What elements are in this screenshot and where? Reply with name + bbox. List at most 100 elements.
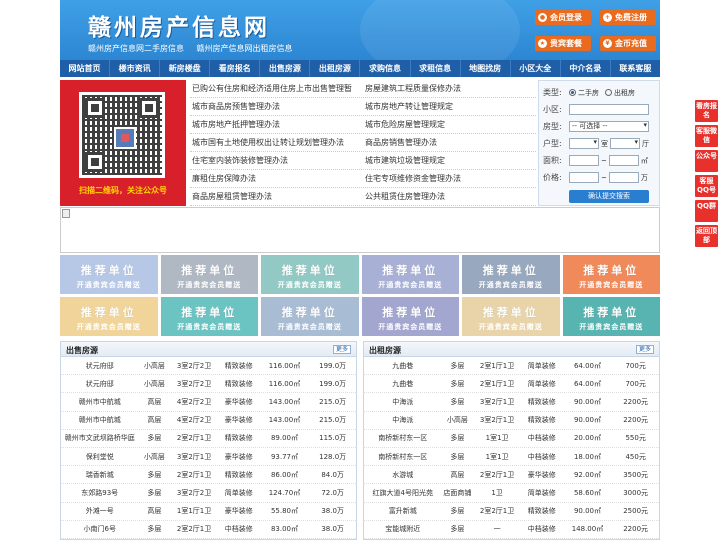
price-min-input[interactable] <box>569 172 599 183</box>
listing-row[interactable]: 中海派 小高层 3室2厅1卫 精致装修 90.00㎡ 2200元 <box>364 412 659 430</box>
livingroom-select[interactable] <box>610 138 640 149</box>
recommended-unit-slot[interactable]: 推荐单位 开通贵宾会员赠送 <box>60 297 158 336</box>
room-select[interactable]: -- 可选择 -- <box>569 121 649 132</box>
float-back-to-top-button[interactable]: 返回顶部 <box>695 225 718 247</box>
radio-rent[interactable] <box>605 89 612 96</box>
listing-row[interactable]: 外滩一号 高层 1室1厅1卫 豪华装修 55.80㎡ 38.0万 <box>61 503 356 521</box>
listing-row[interactable]: 宝能城附近 多层 一 中档装修 148.00㎡ 2200元 <box>364 521 659 539</box>
recommended-unit-slot[interactable]: 推荐单位 开通贵宾会员赠送 <box>261 255 359 294</box>
news-link[interactable]: 城市房地产转让管理规定 <box>363 98 536 115</box>
listing-row[interactable]: 赣州市中航城 高层 4室2厅2卫 豪华装修 143.00㎡ 215.0万 <box>61 412 356 430</box>
recommended-unit-slot[interactable]: 推荐单位 开通贵宾会员赠送 <box>160 297 258 336</box>
area-max-input[interactable] <box>608 155 639 166</box>
listing-row[interactable]: 保利堂悦 小高层 3室2厅1卫 豪华装修 93.77㎡ 128.0万 <box>61 448 356 467</box>
nav-map-search[interactable]: 地图找房 <box>461 60 511 77</box>
news-link[interactable]: 已购公有住房和经济适用住房上市出售管理暂 <box>190 80 363 97</box>
nav-wanted-rent[interactable]: 求租信息 <box>411 60 461 77</box>
listing-community[interactable]: 水游城 <box>364 470 441 480</box>
listing-community[interactable]: 南桥新村东一区 <box>364 433 441 443</box>
listing-row[interactable]: 红旗大道4号阳光苑 店面商铺 1卫 简单装修 58.60㎡ 3000元 <box>364 484 659 503</box>
listing-community[interactable]: 宝能城附近 <box>364 524 441 534</box>
listing-community[interactable]: 南桥新村东一区 <box>364 452 441 462</box>
listing-row[interactable]: 水游城 高层 2室2厅1卫 豪华装修 92.00㎡ 3500元 <box>364 466 659 485</box>
news-link[interactable]: 城市商品房预售管理办法 <box>190 98 363 115</box>
listing-community[interactable]: 红旗大道4号阳光苑 <box>364 488 441 498</box>
recommended-unit-slot[interactable]: 推荐单位 开通贵宾会员赠送 <box>562 255 660 294</box>
listing-community[interactable]: 赣州市中航城 <box>61 397 138 407</box>
listing-row[interactable]: 状元府邸 小高层 3室2厅2卫 精致装修 116.00㎡ 199.0万 <box>61 375 356 394</box>
bedroom-select[interactable] <box>569 138 599 149</box>
listing-community[interactable]: 状元府邸 <box>61 361 138 371</box>
news-link[interactable]: 城市危险房屋管理规定 <box>363 116 536 133</box>
news-link[interactable]: 商品房屋租赁管理办法 <box>190 188 363 205</box>
listing-community[interactable]: 状元府邸 <box>61 379 138 389</box>
listing-community[interactable]: 赣州市文武坝路桥华庭 <box>61 433 138 443</box>
header-link-rent[interactable]: 赣州房产信息网出租房信息 <box>197 44 293 53</box>
recommended-unit-slot[interactable]: 推荐单位 开通贵宾会员赠送 <box>462 297 560 336</box>
price-max-input[interactable] <box>608 172 639 183</box>
nav-contact[interactable]: 联系客服 <box>611 60 660 77</box>
news-link[interactable]: 住宅专项维修资金管理办法 <box>363 170 536 187</box>
listing-community[interactable]: 富升新城 <box>364 506 441 516</box>
radio-sale[interactable] <box>569 89 576 96</box>
news-link[interactable]: 城市房地产抵押管理办法 <box>190 116 363 133</box>
vip-package-button[interactable]: ★ 贵宾套餐 <box>535 36 591 51</box>
register-button[interactable]: + 免费注册 <box>600 10 656 25</box>
news-link[interactable]: 城市国有土地使用权出让转让规划管理办法 <box>190 134 363 151</box>
community-input[interactable] <box>569 104 649 115</box>
listing-row[interactable]: 九曲巷 多层 2室1厅1卫 简单装修 64.00㎡ 700元 <box>364 375 659 394</box>
float-official-account-button[interactable]: 公众号 <box>695 150 718 172</box>
search-submit-button[interactable]: 确认提交搜索 <box>569 190 649 203</box>
news-link[interactable]: 商品房销售管理办法 <box>363 134 536 151</box>
listing-community[interactable]: 东郊路93号 <box>61 488 138 498</box>
nav-communities[interactable]: 小区大全 <box>511 60 561 77</box>
news-link[interactable]: 城市建筑垃圾管理规定 <box>363 152 536 169</box>
listing-row[interactable]: 赣州市文武坝路桥华庭 多层 2室2厅1卫 精致装修 89.00㎡ 115.0万 <box>61 430 356 448</box>
listing-community[interactable]: 中海派 <box>364 415 441 425</box>
site-title[interactable]: 赣州房产信息网 <box>88 8 270 42</box>
listing-community[interactable]: 小南门6号 <box>61 524 138 534</box>
recommended-unit-slot[interactable]: 推荐单位 开通贵宾会员赠送 <box>562 297 660 336</box>
listing-community[interactable]: 保利堂悦 <box>61 452 138 462</box>
rent-more-button[interactable]: 更多 <box>635 345 654 354</box>
listing-row[interactable]: 南桥新村东一区 多层 1室1卫 中档装修 20.00㎡ 550元 <box>364 430 659 448</box>
sale-more-button[interactable]: 更多 <box>332 345 351 354</box>
listing-row[interactable]: 南桥新村东一区 多层 1室1卫 中档装修 18.00㎡ 450元 <box>364 448 659 467</box>
news-link[interactable]: 公共租赁住房管理办法 <box>363 188 536 205</box>
float-qq-service-button[interactable]: 客服QQ号 <box>695 175 718 197</box>
nav-sale[interactable]: 出售房源 <box>260 60 311 77</box>
listing-row[interactable]: 小南门6号 多层 2室2厅1卫 中档装修 83.00㎡ 38.0万 <box>61 521 356 539</box>
area-min-input[interactable] <box>569 155 599 166</box>
header-link-sale[interactable]: 赣州房产信息网二手房信息 <box>88 44 184 53</box>
listing-row[interactable]: 中海派 多层 3室2厅1卫 精致装修 90.00㎡ 2200元 <box>364 393 659 412</box>
listing-community[interactable]: 赣州市中航城 <box>61 415 138 425</box>
listing-row[interactable]: 富升新城 多层 2室2厅1卫 精致装修 90.00㎡ 2500元 <box>364 503 659 521</box>
listing-row[interactable]: 九曲巷 多层 2室1厅1卫 简单装修 64.00㎡ 700元 <box>364 357 659 376</box>
nav-viewing-signup[interactable]: 看房报名 <box>210 60 261 77</box>
nav-rent[interactable]: 出租房源 <box>310 60 361 77</box>
nav-new-homes[interactable]: 新房楼盘 <box>160 60 211 77</box>
listing-community[interactable]: 瑞香新城 <box>61 470 138 480</box>
float-qq-group-button[interactable]: QQ群 <box>695 200 718 222</box>
recommended-unit-slot[interactable]: 推荐单位 开通贵宾会员赠送 <box>160 255 258 294</box>
news-link[interactable]: 廉租住房保障办法 <box>190 170 363 187</box>
recommended-unit-slot[interactable]: 推荐单位 开通贵宾会员赠送 <box>60 255 158 294</box>
banner-ad[interactable] <box>60 207 660 253</box>
login-button[interactable]: ● 会员登录 <box>535 10 591 25</box>
listing-community[interactable]: 外滩一号 <box>61 506 138 516</box>
float-viewing-signup-button[interactable]: 看房报名 <box>695 100 718 122</box>
recommended-unit-slot[interactable]: 推荐单位 开通贵宾会员赠送 <box>361 255 459 294</box>
nav-home[interactable]: 网站首页 <box>60 60 111 77</box>
recommended-unit-slot[interactable]: 推荐单位 开通贵宾会员赠送 <box>361 297 459 336</box>
news-link[interactable]: 住宅室内装饰装修管理办法 <box>190 152 363 169</box>
listing-community[interactable]: 中海派 <box>364 397 441 407</box>
listing-row[interactable]: 东郊路93号 多层 3室2厅2卫 简单装修 124.70㎡ 72.0万 <box>61 484 356 503</box>
listing-row[interactable]: 状元府邸 小高层 3室2厅2卫 精致装修 116.00㎡ 199.0万 <box>61 357 356 376</box>
listing-row[interactable]: 赣州市中航城 高层 4室2厅2卫 豪华装修 143.00㎡ 215.0万 <box>61 393 356 412</box>
news-link[interactable]: 房屋建筑工程质量保修办法 <box>363 80 536 97</box>
listing-row[interactable]: 瑞香新城 多层 2室2厅1卫 精致装修 86.00㎡ 84.0万 <box>61 466 356 485</box>
recommended-unit-slot[interactable]: 推荐单位 开通贵宾会员赠送 <box>462 255 560 294</box>
listing-community[interactable]: 九曲巷 <box>364 379 441 389</box>
listing-community[interactable]: 九曲巷 <box>364 361 441 371</box>
float-wechat-service-button[interactable]: 客服微信 <box>695 125 718 147</box>
